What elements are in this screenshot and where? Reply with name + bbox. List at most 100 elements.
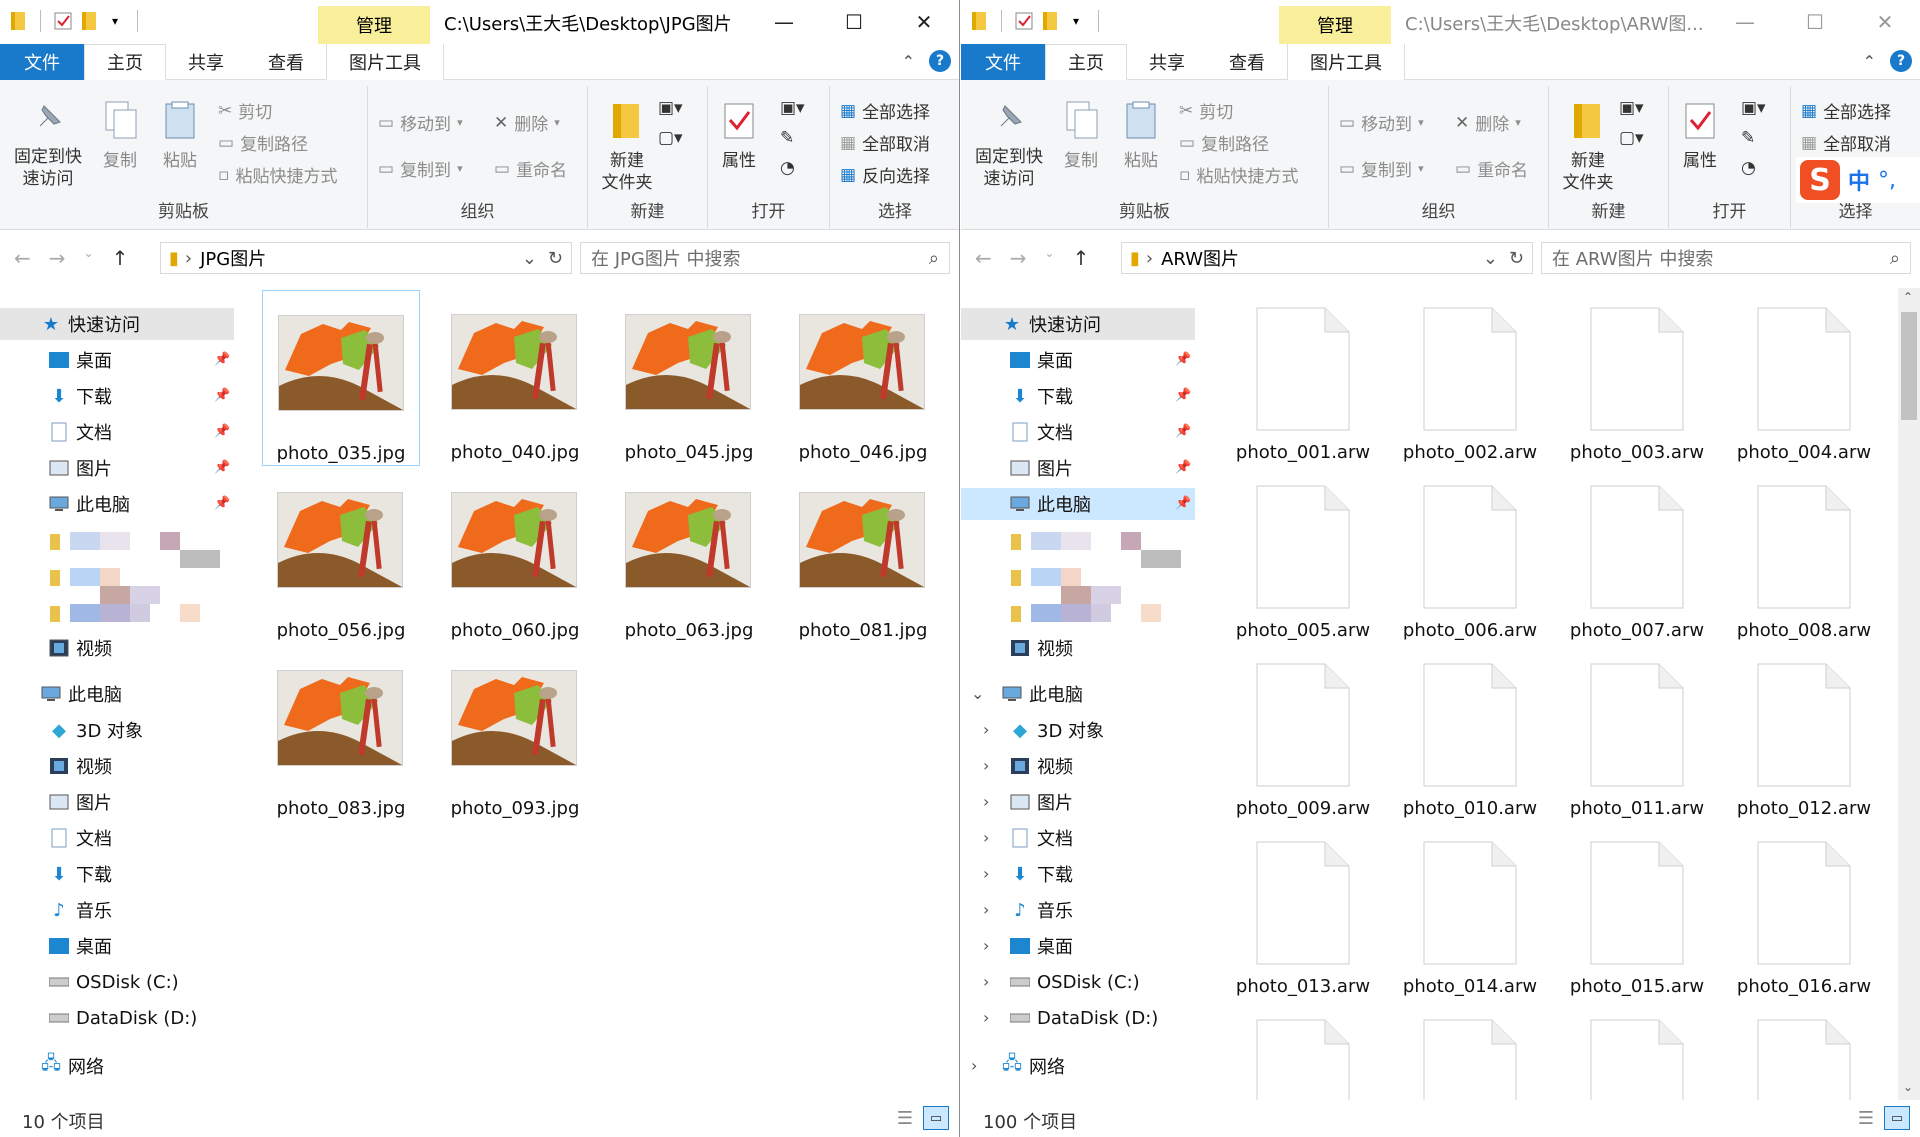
large-icons-view-icon[interactable]: ▭ [1884, 1106, 1910, 1130]
tab-file[interactable]: 文件 [961, 44, 1045, 80]
back-icon[interactable]: ← [975, 246, 992, 270]
nav-pc-music[interactable]: ♪ 音乐 [1009, 894, 1073, 926]
nav-pc-datadisk[interactable]: DataDisk (D:) [1009, 1002, 1158, 1034]
nav-pc-documents[interactable]: 文档 [48, 822, 112, 854]
tab-picture-tools[interactable]: 图片工具 [326, 44, 444, 80]
up-icon[interactable]: ↑ [1073, 246, 1090, 270]
scroll-down-icon[interactable]: ⌄ [1903, 1080, 1913, 1094]
nav-pc-downloads[interactable]: ⬇ 下载 [48, 858, 112, 890]
tab-view[interactable]: 查看 [246, 44, 326, 80]
chevron-right-icon[interactable]: › [971, 1056, 977, 1075]
minimize-button[interactable]: — [749, 0, 819, 44]
file-item[interactable]: photo_008.arw [1724, 468, 1884, 644]
file-item[interactable]: photo_045.jpg [610, 290, 768, 466]
file-item[interactable]: photo_014.arw [1390, 824, 1550, 1000]
search-input[interactable]: 在 JPG图片 中搜索 ⌕ [580, 242, 950, 274]
breadcrumb[interactable]: JPG图片 [200, 245, 266, 271]
scroll-thumb[interactable] [1901, 312, 1917, 420]
select-none-button[interactable]: ▦ 全部取消 [1801, 130, 1891, 156]
nav-pc-osdisk[interactable]: OSDisk (C:) [1009, 966, 1140, 998]
nav-qa-videos[interactable]: 视频 [1009, 632, 1073, 664]
nav-qa-downloads[interactable]: ⬇ 下载 [48, 380, 112, 412]
vertical-scrollbar[interactable]: ⌃ ⌄ [1898, 288, 1920, 1100]
chevron-right-icon[interactable]: › [983, 936, 989, 955]
nav-pc-documents[interactable]: 文档 [1009, 822, 1073, 854]
close-button[interactable]: ✕ [1850, 0, 1920, 44]
nav-pc-videos[interactable]: 视频 [48, 750, 112, 782]
chevron-right-icon[interactable]: › [983, 828, 989, 847]
details-view-icon[interactable]: ☰ [1858, 1108, 1874, 1129]
nav-qa-pictures[interactable]: 图片 [48, 452, 112, 484]
folder-icon[interactable] [969, 11, 989, 31]
copy-to-button[interactable]: ▭ 复制到 ▾ [1339, 156, 1424, 182]
nav-pc-desktop[interactable]: 桌面 [48, 930, 112, 962]
nav-pc-datadisk[interactable]: DataDisk (D:) [48, 1002, 197, 1034]
path-box[interactable]: ▮ › ARW图片 ⌄ ↻ [1121, 242, 1533, 274]
collapse-ribbon-icon[interactable]: ⌃ [902, 52, 915, 71]
chevron-down-icon[interactable]: ⌄ [971, 684, 984, 703]
chevron-right-icon[interactable]: › [983, 1008, 989, 1027]
file-item[interactable]: photo_040.jpg [436, 290, 594, 466]
forward-icon[interactable]: → [1010, 246, 1027, 270]
file-item[interactable]: photo_011.arw [1557, 646, 1717, 822]
properties-icon[interactable] [1014, 11, 1034, 31]
file-item[interactable] [1390, 1002, 1550, 1100]
edit-button[interactable]: ✎ [1741, 128, 1755, 148]
refresh-icon[interactable]: ↻ [1509, 248, 1524, 269]
paste-shortcut-button[interactable]: ▫ 粘贴快捷方式 [218, 162, 338, 188]
open-button[interactable]: ▣▾ [1741, 98, 1766, 118]
file-item[interactable]: photo_016.arw [1724, 824, 1884, 1000]
file-item[interactable]: photo_005.arw [1223, 468, 1383, 644]
ime-mode[interactable]: 中 [1848, 164, 1870, 196]
folder-icon[interactable] [8, 11, 28, 31]
maximize-button[interactable]: ☐ [819, 0, 889, 44]
recent-locations-icon[interactable]: ⌄ [84, 246, 94, 270]
move-to-button[interactable]: ▭ 移动到 ▾ [378, 110, 463, 136]
file-item[interactable]: photo_012.arw [1724, 646, 1884, 822]
properties-button[interactable]: 属性 [714, 100, 764, 172]
tab-home[interactable]: 主页 [84, 44, 166, 80]
tab-picture-tools[interactable]: 图片工具 [1287, 44, 1405, 80]
nav-qa-desktop[interactable]: 桌面 [48, 344, 112, 376]
nav-quick-access[interactable]: ★ 快速访问 [0, 308, 234, 340]
edit-button[interactable]: ✎ [780, 128, 794, 148]
punctuation-icon[interactable]: °, [1878, 168, 1896, 193]
new-folder-icon[interactable] [79, 11, 99, 31]
copy-button[interactable]: 复制 [1053, 100, 1109, 172]
properties-icon[interactable] [53, 11, 73, 31]
path-dropdown-icon[interactable]: ⌄ [522, 248, 537, 269]
pin-quick-access-button[interactable]: 固定到快 速访问 [8, 100, 88, 190]
select-none-button[interactable]: ▦ 全部取消 [840, 130, 930, 156]
nav-this-pc[interactable]: 此电脑 [40, 678, 122, 710]
paste-button[interactable]: 粘贴 [1113, 100, 1169, 172]
file-item[interactable]: photo_056.jpg [262, 468, 420, 644]
cut-button[interactable]: ✂ 剪切 [218, 98, 272, 124]
delete-button[interactable]: ✕ 删除 ▾ [494, 110, 560, 136]
collapse-ribbon-icon[interactable]: ⌃ [1863, 52, 1876, 71]
forward-icon[interactable]: → [49, 246, 66, 270]
new-folder-button[interactable]: 新建 文件夹 [592, 100, 662, 194]
file-item[interactable]: photo_015.arw [1557, 824, 1717, 1000]
path-box[interactable]: ▮ › JPG图片 ⌄ ↻ [160, 242, 572, 274]
nav-qa-pictures[interactable]: 图片 [1009, 452, 1073, 484]
help-icon[interactable]: ? [1890, 50, 1912, 72]
rename-button[interactable]: ▭ 重命名 [494, 156, 567, 182]
refresh-icon[interactable]: ↻ [548, 248, 563, 269]
cut-button[interactable]: ✂ 剪切 [1179, 98, 1233, 124]
chevron-right-icon[interactable]: › [983, 972, 989, 991]
recent-locations-icon[interactable]: ⌄ [1045, 246, 1055, 270]
nav-qa-desktop[interactable]: 桌面 [1009, 344, 1073, 376]
nav-qa-this-pc[interactable]: 此电脑 [961, 488, 1195, 520]
nav-network[interactable]: 🖧 网络 [1001, 1050, 1065, 1082]
file-item[interactable]: photo_010.arw [1390, 646, 1550, 822]
nav-qa-documents[interactable]: 文档 [48, 416, 112, 448]
select-all-button[interactable]: ▦ 全部选择 [840, 98, 930, 124]
nav-pc-pictures[interactable]: 图片 [1009, 786, 1073, 818]
new-item-button[interactable]: ▣▾ [1619, 98, 1644, 118]
nav-pc-music[interactable]: ♪ 音乐 [48, 894, 112, 926]
file-item[interactable]: photo_006.arw [1390, 468, 1550, 644]
minimize-button[interactable]: — [1710, 0, 1780, 44]
file-item[interactable]: photo_007.arw [1557, 468, 1717, 644]
nav-pc-3d-objects[interactable]: ◆ 3D 对象 [48, 714, 143, 746]
chevron-right-icon[interactable]: › [983, 756, 989, 775]
